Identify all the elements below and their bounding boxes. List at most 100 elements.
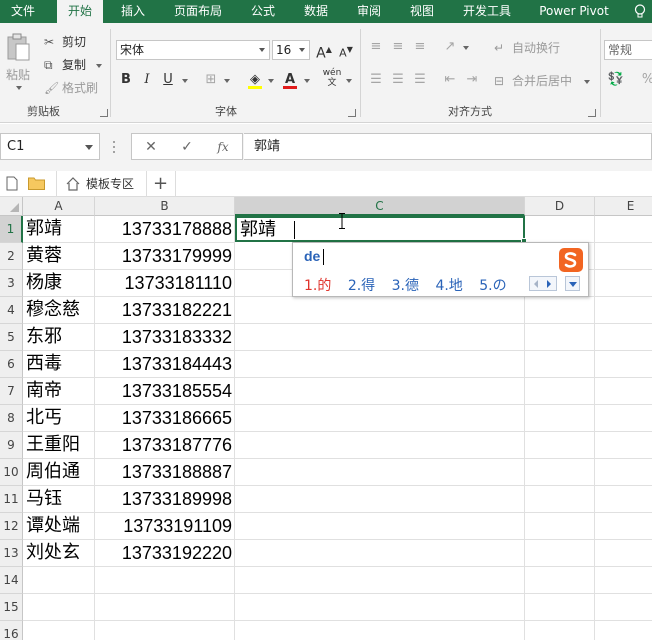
cell-e13[interactable] (595, 540, 652, 567)
tab-formulas[interactable]: 公式 (240, 0, 286, 23)
align-middle-icon[interactable]: ≡ (388, 37, 408, 57)
cell-a14[interactable] (23, 567, 95, 594)
cell-d14[interactable] (525, 567, 595, 594)
cell-e8[interactable] (595, 405, 652, 432)
lightbulb-icon[interactable] (634, 4, 646, 19)
cell-b13[interactable]: 13733192220 (95, 540, 235, 567)
cell-e2[interactable] (595, 243, 652, 270)
decrease-font-icon[interactable]: A▼ (336, 40, 356, 60)
cell-e5[interactable] (595, 324, 652, 351)
increase-font-icon[interactable]: A▲ (314, 40, 334, 62)
font-color-icon[interactable]: A (280, 70, 300, 90)
tab-data[interactable]: 数据 (293, 0, 339, 23)
paste-icon[interactable] (6, 33, 32, 63)
row-header[interactable]: 8 (0, 405, 23, 432)
row-header[interactable]: 1 (0, 216, 23, 243)
cell-c10[interactable] (235, 459, 525, 486)
cell-b15[interactable] (95, 594, 235, 621)
cell-c14[interactable] (235, 567, 525, 594)
cell-d5[interactable] (525, 324, 595, 351)
row-header[interactable]: 13 (0, 540, 23, 567)
tab-page-layout[interactable]: 页面布局 (166, 0, 230, 23)
cell-c11[interactable] (235, 486, 525, 513)
fill-color-dropdown-icon[interactable] (268, 79, 274, 83)
align-right-icon[interactable]: ☰ (410, 70, 430, 90)
cell-c7[interactable] (235, 378, 525, 405)
formula-bar-grip-icon[interactable] (112, 140, 116, 154)
cell-a10[interactable]: 周伯通 (23, 459, 95, 486)
tab-power-pivot[interactable]: Power Pivot (532, 0, 616, 23)
cell-c12[interactable] (235, 513, 525, 540)
cell-a3[interactable]: 杨康 (23, 270, 95, 297)
phonetic-dropdown-icon[interactable] (346, 79, 352, 83)
row-header[interactable]: 14 (0, 567, 23, 594)
underline-dropdown-icon[interactable] (182, 79, 188, 83)
cell-c4[interactable] (235, 297, 525, 324)
new-file-icon[interactable] (6, 176, 18, 191)
font-launcher-icon[interactable] (348, 109, 356, 117)
cell-d7[interactable] (525, 378, 595, 405)
fill-color-icon[interactable]: ◈ (245, 70, 265, 90)
cell-b5[interactable]: 13733183332 (95, 324, 235, 351)
paste-button[interactable]: 粘贴 (6, 67, 30, 83)
cancel-entry-icon[interactable]: ✕ (140, 137, 162, 157)
ime-candidate[interactable]: 1.的 (304, 278, 331, 294)
cell-a9[interactable]: 王重阳 (23, 432, 95, 459)
tab-review[interactable]: 审阅 (346, 0, 392, 23)
ime-candidate[interactable]: 5.の (479, 278, 506, 294)
cell-e9[interactable] (595, 432, 652, 459)
font-name-select[interactable]: 宋体 (116, 40, 270, 60)
cell-c15[interactable] (235, 594, 525, 621)
cell-b4[interactable]: 13733182221 (95, 297, 235, 324)
cell-e16[interactable] (595, 621, 652, 640)
select-all-corner[interactable] (0, 197, 23, 216)
row-header[interactable]: 7 (0, 378, 23, 405)
cut-button[interactable]: 剪切 (62, 34, 86, 50)
format-painter-button[interactable]: 格式刷 (62, 80, 98, 96)
cell-e3[interactable] (595, 270, 652, 297)
cell-b1[interactable]: 13733178888 (95, 216, 235, 243)
decrease-indent-icon[interactable]: ⇤ (440, 70, 460, 90)
row-header[interactable]: 6 (0, 351, 23, 378)
cell-a11[interactable]: 马钰 (23, 486, 95, 513)
row-header[interactable]: 3 (0, 270, 23, 297)
cell-e15[interactable] (595, 594, 652, 621)
paste-dropdown-icon[interactable] (16, 86, 22, 90)
cell-d15[interactable] (525, 594, 595, 621)
row-header[interactable]: 11 (0, 486, 23, 513)
row-header[interactable]: 10 (0, 459, 23, 486)
align-left-icon[interactable]: ☰ (366, 70, 386, 90)
cell-b7[interactable]: 13733185554 (95, 378, 235, 405)
font-size-select[interactable]: 16 (272, 40, 310, 60)
cell-a2[interactable]: 黄蓉 (23, 243, 95, 270)
cell-d10[interactable] (525, 459, 595, 486)
ime-candidate[interactable]: 3.德 (392, 278, 419, 294)
cell-d9[interactable] (525, 432, 595, 459)
ime-expand-button[interactable] (565, 276, 580, 291)
italic-button[interactable]: I (137, 70, 157, 90)
percent-icon[interactable]: % (638, 70, 652, 90)
tab-file[interactable]: 文件 (0, 0, 46, 23)
add-tab-button[interactable]: + (153, 171, 168, 197)
cell-a15[interactable] (23, 594, 95, 621)
cell-a5[interactable]: 东邪 (23, 324, 95, 351)
alignment-launcher-icon[interactable] (588, 109, 596, 117)
column-header-e[interactable]: E (595, 197, 652, 216)
bold-button[interactable]: B (116, 70, 136, 90)
cell-b10[interactable]: 13733188887 (95, 459, 235, 486)
cell-c13[interactable] (235, 540, 525, 567)
cell-a1[interactable]: 郭靖 (23, 216, 95, 243)
cell-d16[interactable] (525, 621, 595, 640)
row-header[interactable]: 5 (0, 324, 23, 351)
cell-b8[interactable]: 13733186665 (95, 405, 235, 432)
column-header-b[interactable]: B (95, 197, 235, 216)
name-box[interactable]: C1 (0, 133, 100, 160)
template-tab[interactable]: 模板专区 (86, 171, 134, 197)
folder-icon[interactable] (28, 177, 45, 190)
align-center-icon[interactable]: ☰ (388, 70, 408, 90)
wrap-text-button[interactable]: 自动换行 (512, 40, 560, 56)
tab-home[interactable]: 开始 (57, 0, 103, 23)
row-header[interactable]: 15 (0, 594, 23, 621)
active-cell-c1[interactable]: 郭靖 (235, 216, 525, 242)
cell-d1[interactable] (525, 216, 595, 243)
